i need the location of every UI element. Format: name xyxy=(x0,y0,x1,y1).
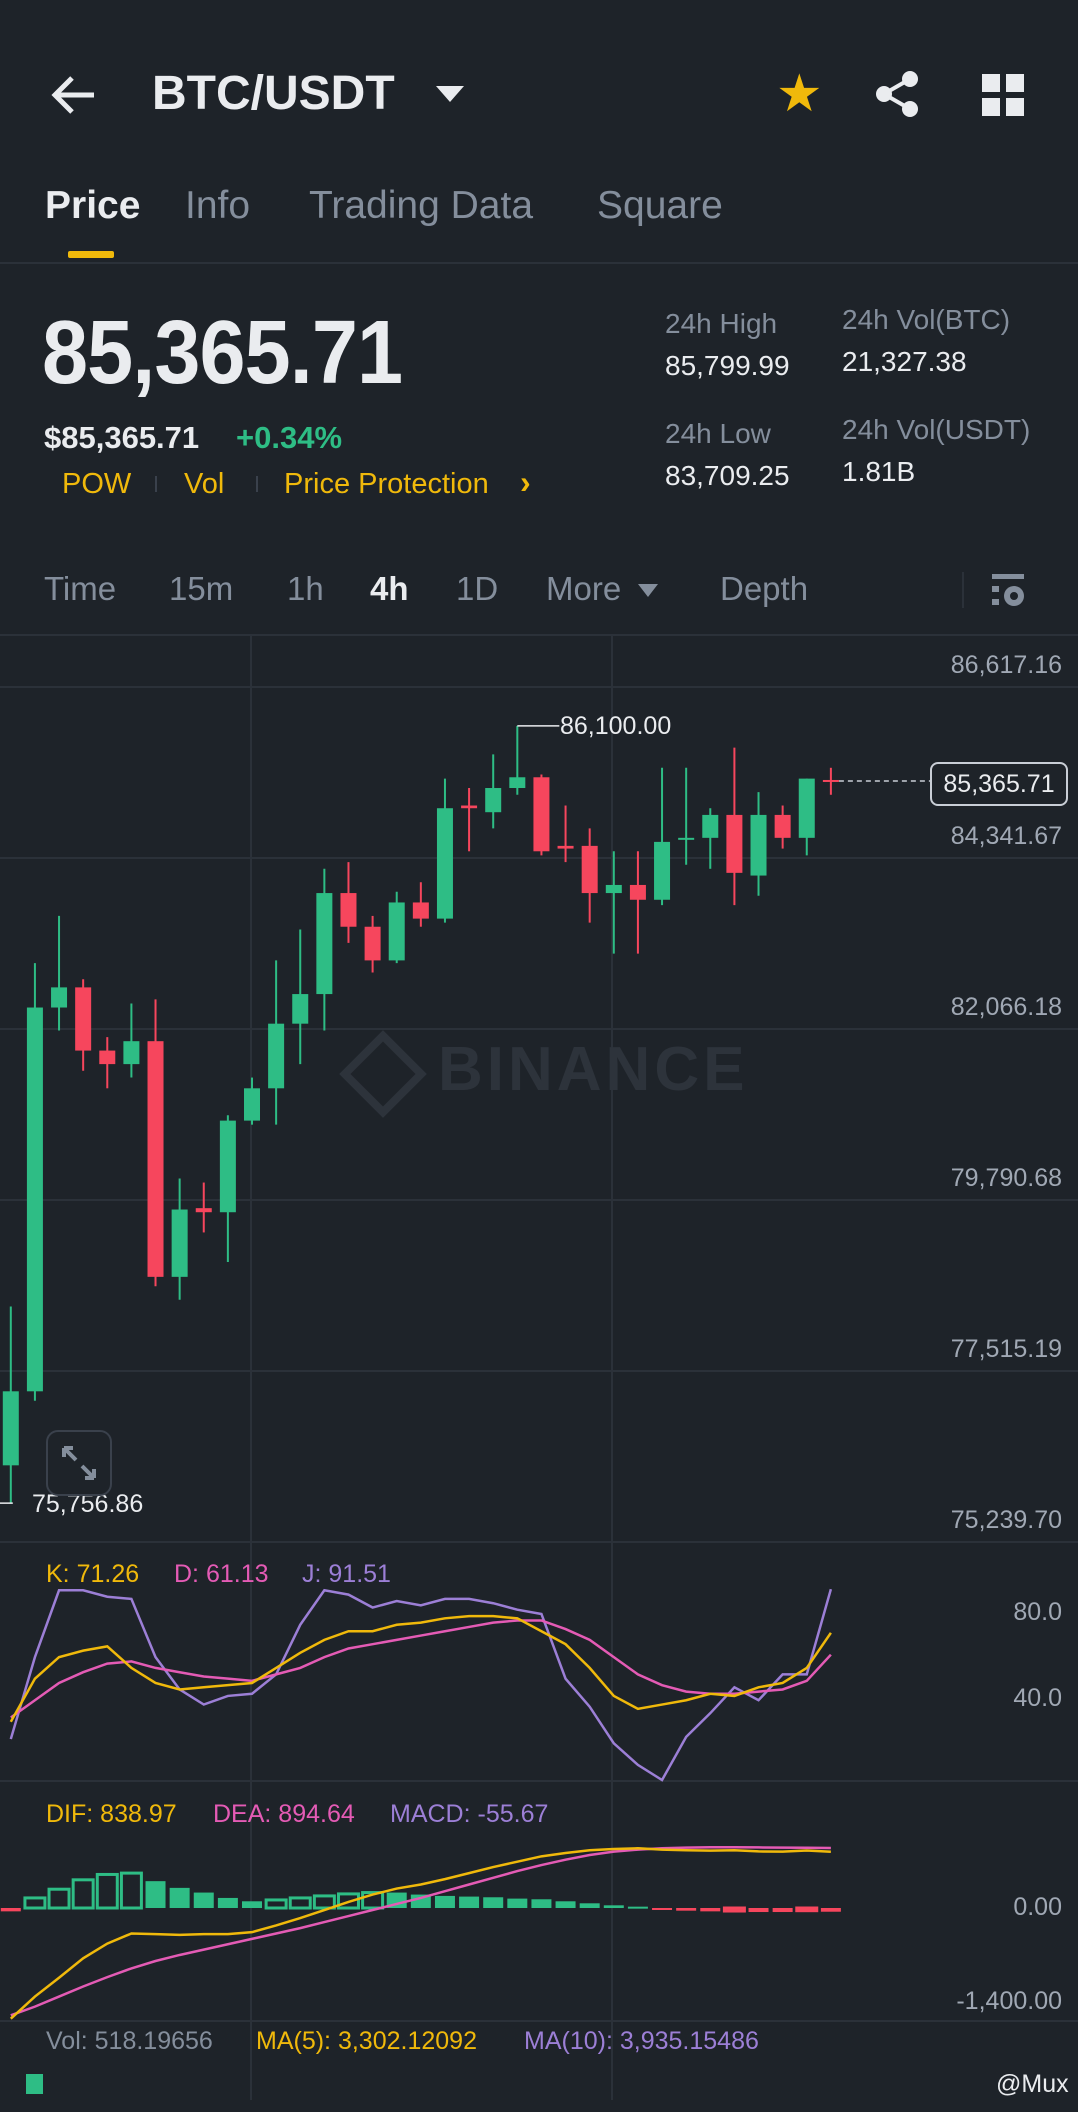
candle-up xyxy=(436,808,453,919)
macd-histogram-bar xyxy=(459,1896,480,1908)
macd-histogram-bar xyxy=(47,1887,71,1910)
candle-up xyxy=(244,1088,260,1121)
candle-up xyxy=(702,814,719,838)
candle-up xyxy=(750,814,767,876)
macd-histogram-bar xyxy=(193,1892,214,1908)
macd-histogram-bar xyxy=(772,1908,793,1913)
kdj-axis-80: 80.0 xyxy=(1013,1598,1062,1626)
candle-up xyxy=(2,1391,19,1466)
candle-down xyxy=(75,987,92,1051)
macd-histogram-bar xyxy=(483,1897,504,1908)
kdj-k-label: K: 71.26 xyxy=(46,1560,140,1588)
macd-histogram-bar xyxy=(555,1901,576,1908)
current-price-label: 85,365.71 xyxy=(930,762,1068,806)
macd-histogram-bar xyxy=(0,1908,21,1912)
macd-dea-label: DEA: 894.64 xyxy=(213,1800,355,1828)
macd-histogram-bar xyxy=(95,1872,119,1910)
kdj-j-label: J: 91.51 xyxy=(302,1560,391,1588)
candle-down xyxy=(581,845,598,894)
macd-histogram-bar xyxy=(169,1887,190,1908)
price-axis-label: 77,515.19 xyxy=(950,1335,1062,1363)
candle-down xyxy=(412,902,429,919)
macd-histogram-bar xyxy=(700,1908,721,1912)
macd-dif-label: DIF: 838.97 xyxy=(46,1800,177,1828)
fullscreen-button[interactable] xyxy=(46,1430,112,1496)
macd-value-label: MACD: -55.67 xyxy=(390,1800,549,1828)
macd-histogram-bar xyxy=(652,1908,673,1910)
candle-down xyxy=(726,814,743,873)
candle-up xyxy=(51,987,68,1008)
binance-logo-icon xyxy=(339,1029,427,1118)
credit-watermark: @Mux xyxy=(996,2070,1069,2098)
macd-histogram-bar xyxy=(507,1898,528,1908)
candle-down xyxy=(195,1208,212,1213)
candle-up xyxy=(292,994,309,1024)
candle-up xyxy=(485,788,502,813)
vol-ma10-label: MA(10): 3,935.15486 xyxy=(524,2027,759,2055)
candle-up xyxy=(316,893,333,995)
vol-label: Vol: 518.19656 xyxy=(46,2027,213,2055)
candle-down xyxy=(364,926,381,961)
high-marker-label: 86,100.00 xyxy=(560,712,672,740)
candle-down xyxy=(147,1041,164,1277)
kdj-d-label: D: 61.13 xyxy=(174,1560,269,1588)
candle-up xyxy=(798,778,815,838)
candle-up xyxy=(388,902,405,961)
macd-histogram-bar xyxy=(242,1901,262,1908)
vol-ma5-label: MA(5): 3,302.12092 xyxy=(256,2027,477,2055)
macd-histogram-bar xyxy=(288,1896,312,1910)
candle-up xyxy=(509,777,526,789)
kdj-axis-40: 40.0 xyxy=(1013,1684,1062,1712)
candle-up xyxy=(268,1023,285,1089)
candle-up xyxy=(171,1209,188,1277)
macd-histogram-bar xyxy=(434,1895,455,1908)
macd-histogram-bar xyxy=(748,1908,769,1913)
binance-watermark: BINANCE xyxy=(339,1029,749,1118)
price-axis-label: 86,617.16 xyxy=(950,651,1062,679)
candle-up xyxy=(123,1041,140,1065)
volume-bar xyxy=(26,2074,43,2094)
macd-histogram-bar xyxy=(627,1906,648,1909)
price-axis-label: 82,066.18 xyxy=(950,993,1062,1021)
price-axis-label: 84,341.67 xyxy=(950,822,1062,850)
macd-histogram-bar xyxy=(722,1906,746,1913)
candle-up xyxy=(605,884,622,894)
price-axis-label: 79,790.68 xyxy=(950,1164,1062,1192)
candle-down xyxy=(557,845,574,849)
candle-up xyxy=(678,837,695,840)
macd-histogram-bar xyxy=(217,1897,238,1908)
candle-down xyxy=(340,893,357,927)
kdj-j-line xyxy=(9,1588,833,1782)
candle-down xyxy=(774,814,791,838)
macd-histogram-bar xyxy=(795,1906,819,1913)
candle-down xyxy=(629,884,646,900)
macd-histogram-bar xyxy=(312,1894,336,1910)
macd-axis-min: -1,400.00 xyxy=(956,1987,1062,2015)
macd-histogram-bar xyxy=(264,1898,288,1910)
candle-up xyxy=(219,1120,236,1213)
candle-down xyxy=(461,805,478,809)
candle-down xyxy=(99,1050,116,1065)
candle-up xyxy=(26,1007,43,1392)
price-axis-label: 75,239.70 xyxy=(950,1506,1062,1534)
macd-histogram-bar xyxy=(676,1908,697,1911)
macd-histogram-bar xyxy=(23,1896,47,1910)
candle-down xyxy=(822,779,839,782)
macd-histogram-bar xyxy=(820,1908,841,1912)
macd-histogram-bar xyxy=(579,1903,600,1908)
macd-histogram-bar xyxy=(145,1881,166,1908)
watermark-text: BINANCE xyxy=(438,1035,749,1104)
expand-icon xyxy=(62,1446,96,1480)
kdj-k-line xyxy=(9,1614,832,1723)
candle-down xyxy=(533,777,550,852)
macd-histogram-bar xyxy=(531,1899,552,1908)
macd-histogram-bar xyxy=(119,1871,143,1910)
macd-histogram-bar xyxy=(603,1905,624,1908)
macd-histogram-bar xyxy=(71,1878,95,1910)
candle-up xyxy=(654,841,671,900)
macd-axis-zero: 0.00 xyxy=(1013,1893,1062,1921)
